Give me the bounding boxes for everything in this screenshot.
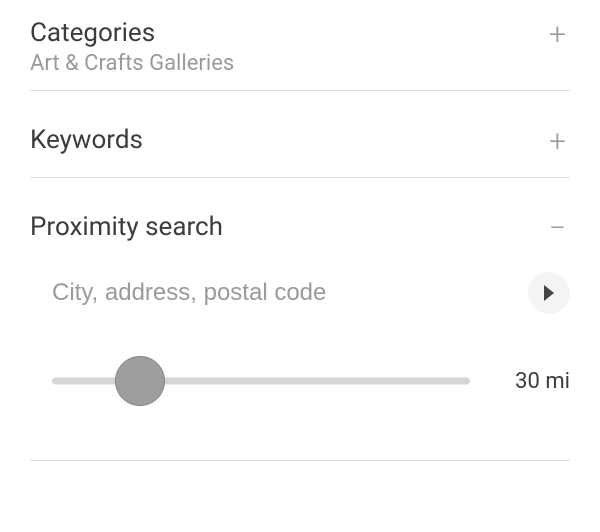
categories-heading-block: Categories Art & Crafts Galleries [30,18,234,76]
proximity-header[interactable]: Proximity search − [30,212,570,244]
distance-slider-row: 30 mi [30,356,570,406]
keywords-header[interactable]: Keywords + [30,125,570,157]
keywords-title: Keywords [30,125,143,156]
plus-icon[interactable]: + [545,20,570,50]
submit-location-button[interactable] [528,272,570,314]
proximity-input-row [30,272,570,314]
categories-selected: Art & Crafts Galleries [30,51,234,76]
section-keywords: Keywords + [30,91,570,178]
play-icon [542,284,556,302]
location-input[interactable] [30,275,510,311]
proximity-title: Proximity search [30,212,223,243]
divider [30,460,570,461]
proximity-body: 30 mi [30,244,570,406]
slider-thumb[interactable] [115,356,165,406]
distance-label: 30 mi [510,369,570,394]
plus-icon[interactable]: + [545,127,570,157]
section-categories: Categories Art & Crafts Galleries + [30,0,570,91]
section-proximity: Proximity search − 30 mi [30,178,570,428]
filter-panel: Categories Art & Crafts Galleries + Keyw… [0,0,600,428]
distance-slider[interactable] [52,356,470,406]
categories-title: Categories [30,18,234,49]
minus-icon[interactable]: − [545,214,570,244]
categories-header[interactable]: Categories Art & Crafts Galleries + [30,18,570,76]
